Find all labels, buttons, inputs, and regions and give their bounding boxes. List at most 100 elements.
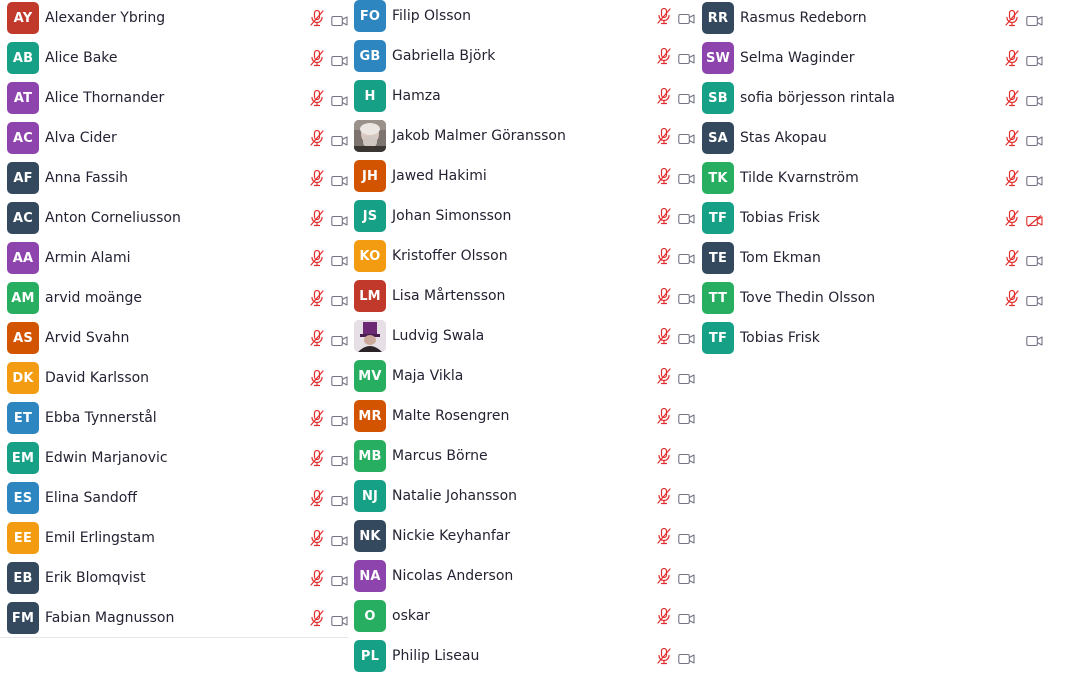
mic-muted-icon	[656, 87, 672, 105]
participant-row[interactable]: MR Malte Rosengren	[347, 396, 695, 436]
video-camera-icon	[678, 410, 695, 425]
avatar: EB	[7, 562, 39, 594]
mic-muted-icon	[656, 127, 672, 145]
participant-name: Nicolas Anderson	[392, 568, 514, 584]
mic-muted-icon	[1004, 289, 1020, 307]
participant-row[interactable]: KO Kristoffer Olsson	[347, 236, 695, 276]
video-camera-icon	[1026, 252, 1043, 267]
participant-name: Rasmus Redeborn	[740, 10, 867, 26]
avatar: O	[354, 600, 386, 632]
avatar: AS	[7, 322, 39, 354]
participant-row[interactable]: MB Marcus Börne	[347, 436, 695, 476]
video-camera-icon	[678, 290, 695, 305]
participant-row[interactable]: MV Maja Vikla	[347, 356, 695, 396]
video-camera-icon	[331, 492, 348, 507]
mic-muted-icon	[1004, 9, 1020, 27]
participants-column-2: FO Filip Olsson GB Gabriella Björk H Hamza Jak…	[347, 0, 695, 676]
participant-row[interactable]: AM arvid moänge	[0, 278, 348, 318]
mic-muted-icon	[309, 129, 325, 147]
avatar: FM	[7, 602, 39, 634]
avatar: AC	[7, 202, 39, 234]
participant-name: Anna Fassih	[45, 170, 129, 186]
participant-name: Tobias Frisk	[740, 210, 820, 226]
participant-row[interactable]: TT Tove Thedin Olsson	[695, 278, 1043, 318]
video-camera-icon	[331, 412, 348, 427]
participant-name: Fabian Magnusson	[45, 610, 175, 626]
participant-row[interactable]: H Hamza	[347, 76, 695, 116]
participant-row[interactable]: TE Tom Ekman	[695, 238, 1043, 278]
participant-row[interactable]: SA Stas Akopau	[695, 118, 1043, 158]
participant-row[interactable]: EE Emil Erlingstam	[0, 518, 348, 558]
participant-row[interactable]: TF Tobias Frisk	[695, 318, 1043, 358]
participant-row[interactable]: AA Armin Alami	[0, 238, 348, 278]
participant-row[interactable]: SB sofia börjesson rintala	[695, 78, 1043, 118]
mic-muted-icon	[656, 527, 672, 545]
avatar: PL	[354, 640, 386, 672]
participant-name: Alice Bake	[45, 50, 118, 66]
mic-muted-icon	[656, 367, 672, 385]
participant-row[interactable]: Ludvig Swala	[347, 316, 695, 356]
participant-row[interactable]: AS Arvid Svahn	[0, 318, 348, 358]
video-camera-icon	[331, 532, 348, 547]
participant-row[interactable]: NA Nicolas Anderson	[347, 556, 695, 596]
participant-row[interactable]: AF Anna Fassih	[0, 158, 348, 198]
mic-muted-icon	[656, 167, 672, 185]
participant-row[interactable]: FO Filip Olsson	[347, 0, 695, 36]
participant-name: Lisa Mårtensson	[392, 288, 506, 304]
participant-row[interactable]: TF Tobias Frisk	[695, 198, 1043, 238]
participant-row[interactable]: JS Johan Simonsson	[347, 196, 695, 236]
participant-row[interactable]: PL Philip Liseau	[347, 636, 695, 676]
video-camera-icon	[331, 332, 348, 347]
participant-row[interactable]: FM Fabian Magnusson	[0, 598, 348, 638]
mic-muted-icon	[656, 327, 672, 345]
mic-muted-icon	[656, 607, 672, 625]
participant-name: Philip Liseau	[392, 648, 480, 664]
participant-row[interactable]: Ooskar	[347, 596, 695, 636]
participant-row[interactable]: AC Anton Corneliusson	[0, 198, 348, 238]
participant-row[interactable]: AY Alexander Ybring	[0, 0, 348, 38]
video-camera-icon	[1026, 172, 1043, 187]
video-camera-icon	[1026, 92, 1043, 107]
participant-row[interactable]: SW Selma Waginder	[695, 38, 1043, 78]
avatar: H	[354, 80, 386, 112]
participant-row[interactable]: ET Ebba Tynnerstål	[0, 398, 348, 438]
participant-row[interactable]: TK Tilde Kvarnström	[695, 158, 1043, 198]
participant-name: Ebba Tynnerstål	[45, 410, 157, 426]
avatar: EE	[7, 522, 39, 554]
avatar: TE	[702, 242, 734, 274]
mic-muted-icon	[1004, 209, 1020, 227]
participant-row[interactable]: AB Alice Bake	[0, 38, 348, 78]
avatar: MB	[354, 440, 386, 472]
participant-row[interactable]: EB Erik Blomqvist	[0, 558, 348, 598]
participant-name: Alexander Ybring	[45, 10, 166, 26]
mic-muted-icon	[309, 529, 325, 547]
participant-row[interactable]: ES Elina Sandoff	[0, 478, 348, 518]
participant-row[interactable]: NK Nickie Keyhanfar	[347, 516, 695, 556]
mic-muted-icon	[309, 249, 325, 267]
video-camera-icon	[331, 212, 348, 227]
participant-row[interactable]: EM Edwin Marjanovic	[0, 438, 348, 478]
video-camera-icon	[678, 50, 695, 65]
participant-row[interactable]: NJ Natalie Johansson	[347, 476, 695, 516]
participant-row[interactable]: DK David Karlsson	[0, 358, 348, 398]
video-off-icon	[1026, 212, 1043, 227]
video-camera-icon	[678, 330, 695, 345]
participants-column-3: RR Rasmus Redeborn SW Selma Waginder SB sofia…	[695, 0, 1043, 358]
participant-name: Ludvig Swala	[392, 328, 485, 344]
participant-name: Alva Cider	[45, 130, 117, 146]
avatar: AA	[7, 242, 39, 274]
mic-muted-icon	[656, 407, 672, 425]
participant-row[interactable]: JH Jawed Hakimi	[347, 156, 695, 196]
participant-row[interactable]: AC Alva Cider	[0, 118, 348, 158]
participant-row[interactable]: RR Rasmus Redeborn	[695, 0, 1043, 38]
mic-muted-icon	[309, 609, 325, 627]
participant-name: sofia börjesson rintala	[740, 90, 895, 106]
participant-row[interactable]: LM Lisa Mårtensson	[347, 276, 695, 316]
participant-name: Tove Thedin Olsson	[740, 290, 876, 306]
participant-row[interactable]: GB Gabriella Björk	[347, 36, 695, 76]
avatar: MR	[354, 400, 386, 432]
participant-row[interactable]: AT Alice Thornander	[0, 78, 348, 118]
participant-name: Hamza	[392, 88, 441, 104]
participant-row[interactable]: Jakob Malmer Göransson	[347, 116, 695, 156]
video-camera-icon	[331, 612, 348, 627]
